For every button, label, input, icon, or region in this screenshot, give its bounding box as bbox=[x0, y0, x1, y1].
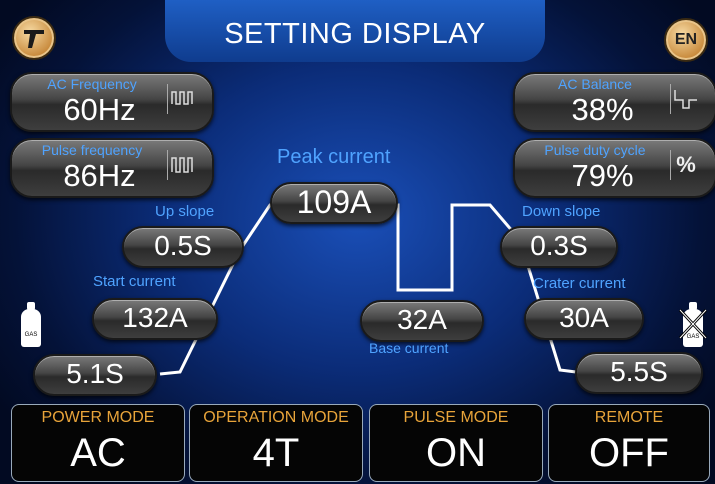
ac-balance-button[interactable]: AC Balance 38% bbox=[513, 72, 715, 132]
power-mode-label: POWER MODE bbox=[41, 409, 155, 426]
cross-icon bbox=[678, 308, 708, 340]
peak-current-value: 109A bbox=[296, 184, 372, 220]
base-current-label: Base current bbox=[369, 340, 449, 356]
operation-mode-button[interactable]: OPERATION MODE 4T bbox=[189, 404, 363, 482]
pulse-mode-label: PULSE MODE bbox=[403, 409, 509, 426]
ac-balance-label: AC Balance bbox=[558, 76, 632, 92]
pulse-wave-icon bbox=[167, 150, 193, 180]
remote-value: OFF bbox=[589, 431, 669, 475]
pre-gas-time-button[interactable]: 5.1S bbox=[33, 354, 157, 396]
remote-button[interactable]: REMOTE OFF bbox=[548, 404, 710, 482]
setting-display-screen: SETTING DISPLAY EN AC Frequency 60Hz Pul… bbox=[0, 0, 715, 484]
start-current-value: 132A bbox=[122, 302, 188, 333]
percent-icon: % bbox=[670, 150, 701, 180]
up-slope-value: 0.5S bbox=[154, 230, 212, 261]
post-gas-time-button[interactable]: 5.5S bbox=[575, 352, 703, 394]
gas-off-icon: GAS bbox=[678, 302, 708, 348]
gas-on-text: GAS bbox=[24, 332, 38, 338]
balance-wave-icon bbox=[670, 84, 697, 114]
pulse-frequency-label: Pulse frequency bbox=[41, 142, 143, 158]
operation-mode-value: 4T bbox=[252, 431, 300, 475]
peak-current-label: Peak current bbox=[277, 146, 391, 168]
power-mode-value: AC bbox=[70, 431, 126, 475]
start-current-label: Start current bbox=[93, 273, 176, 290]
up-slope-label: Up slope bbox=[155, 203, 215, 220]
pulse-frequency-button[interactable]: Pulse frequency 86Hz bbox=[10, 138, 214, 198]
ac-frequency-label: AC Frequency bbox=[47, 76, 137, 92]
gas-on-icon: GAS bbox=[16, 302, 46, 348]
base-current-button[interactable]: 32A bbox=[360, 300, 484, 342]
peak-current-button[interactable]: 109A bbox=[270, 182, 398, 224]
page-title: SETTING DISPLAY bbox=[224, 18, 486, 50]
down-slope-value: 0.3S bbox=[530, 230, 588, 261]
language-label: EN bbox=[674, 31, 698, 48]
up-slope-button[interactable]: 0.5S bbox=[122, 226, 244, 268]
pre-gas-time-value: 5.1S bbox=[66, 358, 124, 389]
pulse-duty-cycle-label: Pulse duty cycle bbox=[544, 142, 646, 158]
operation-mode-label: OPERATION MODE bbox=[203, 409, 349, 426]
power-mode-button[interactable]: POWER MODE AC bbox=[11, 404, 185, 482]
base-current-value: 32A bbox=[397, 304, 447, 335]
torch-button[interactable] bbox=[12, 16, 56, 60]
crater-current-button[interactable]: 30A bbox=[524, 298, 644, 340]
crater-current-value: 30A bbox=[559, 302, 609, 333]
language-button[interactable]: EN bbox=[664, 18, 708, 62]
pulse-mode-button[interactable]: PULSE MODE ON bbox=[369, 404, 543, 482]
crater-current-label: Crater current bbox=[533, 275, 626, 292]
post-gas-time-value: 5.5S bbox=[610, 356, 668, 387]
down-slope-label: Down slope bbox=[522, 203, 601, 220]
pulse-mode-value: ON bbox=[426, 431, 486, 475]
pulse-duty-cycle-button[interactable]: Pulse duty cycle 79% % bbox=[513, 138, 715, 198]
remote-label: REMOTE bbox=[594, 409, 664, 426]
down-slope-button[interactable]: 0.3S bbox=[500, 226, 618, 268]
ac-frequency-button[interactable]: AC Frequency 60Hz bbox=[10, 72, 214, 132]
title-bar: SETTING DISPLAY bbox=[165, 0, 545, 62]
torch-icon bbox=[24, 30, 44, 48]
start-current-button[interactable]: 132A bbox=[92, 298, 218, 340]
ac-wave-icon bbox=[167, 84, 193, 114]
